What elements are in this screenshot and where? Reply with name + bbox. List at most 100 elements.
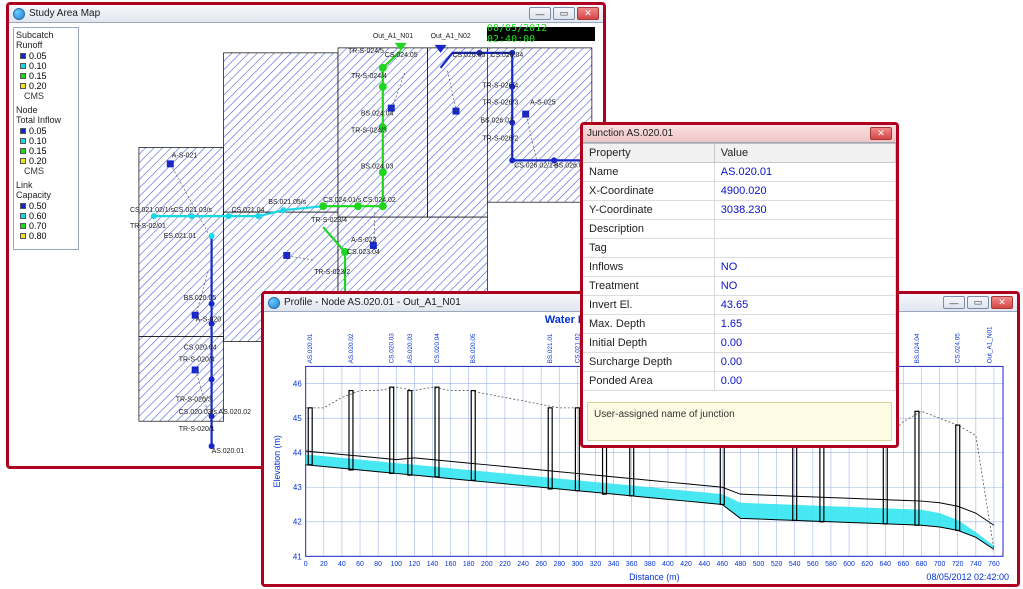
property-name: Y-Coordinate [583,201,714,220]
svg-text:45: 45 [293,414,302,423]
legend-stop: 0.15 [29,71,47,81]
svg-text:44: 44 [293,449,302,458]
property-value[interactable]: 0.00 [714,353,895,372]
svg-text:43: 43 [293,483,302,492]
property-value[interactable]: 1.65 [714,315,895,334]
property-value[interactable]: 0.00 [714,372,895,391]
property-name: Surcharge Depth [583,353,714,372]
svg-text:200: 200 [481,561,493,568]
property-value[interactable]: NO [714,277,895,296]
property-table[interactable]: Property Value NameAS.020.01X-Coordinate… [583,143,896,398]
svg-text:660: 660 [898,561,910,568]
svg-text:TR-S-023/2: TR-S-023/2 [314,269,350,276]
svg-text:80: 80 [374,561,382,568]
minimize-button[interactable]: — [529,7,551,20]
svg-text:40: 40 [338,561,346,568]
legend-node-param: Total Inflow [16,115,76,125]
svg-text:CS.020.04: CS.020.04 [434,333,441,364]
svg-text:120: 120 [409,561,421,568]
close-button[interactable]: ✕ [991,296,1013,309]
app-icon [13,8,25,20]
property-row[interactable]: Y-Coordinate3038.230 [583,201,896,220]
legend-stop: 0.15 [29,146,47,156]
property-row[interactable]: Ponded Area0.00 [583,372,896,391]
property-value[interactable]: NO [714,258,895,277]
property-row[interactable]: Invert El.43.65 [583,296,896,315]
profile-plot-timestamp: 08/05/2012 02:42:00 [926,572,1009,582]
prop-titlebar[interactable]: Junction AS.020.01 ✕ [583,125,896,143]
close-button[interactable]: ✕ [870,127,892,140]
property-row[interactable]: X-Coordinate4900.020 [583,182,896,201]
svg-text:140: 140 [427,561,439,568]
property-row[interactable]: Tag [583,239,896,258]
svg-text:BS.026.03: BS.026.03 [480,118,513,125]
property-value[interactable] [714,239,895,258]
svg-text:A-S-021: A-S-021 [172,152,198,159]
svg-text:41: 41 [293,552,302,561]
map-titlebar[interactable]: Study Area Map — ▭ ✕ [9,5,603,23]
property-row[interactable]: NameAS.020.01 [583,163,896,182]
svg-text:AS.020.02: AS.020.02 [348,333,355,363]
legend-subcatch-title: Subcatch [16,30,76,40]
svg-text:Distance (m): Distance (m) [629,572,679,582]
map-legend: Subcatch Runoff 0.05 0.10 0.15 0.20 CMS … [13,27,79,250]
svg-text:TR-S-020/3: TR-S-020/3 [176,396,212,403]
svg-text:680: 680 [916,561,928,568]
svg-text:42: 42 [293,518,302,527]
svg-text:TR-S-023/4: TR-S-023/4 [311,217,347,224]
legend-unit: CMS [24,91,76,101]
property-row[interactable]: Max. Depth1.65 [583,315,896,334]
property-value[interactable] [714,220,895,239]
svg-text:CS.021.03/s: CS.021.03/s [174,207,213,214]
property-value[interactable]: 0.00 [714,334,895,353]
property-value[interactable]: 43.65 [714,296,895,315]
svg-text:BS.021.05/s: BS.021.05/s [268,199,306,206]
svg-text:720: 720 [952,561,964,568]
svg-text:CS.021.02/1/s: CS.021.02/1/s [130,207,175,214]
svg-text:540: 540 [789,561,801,568]
svg-text:340: 340 [608,561,620,568]
property-value[interactable]: 3038.230 [714,201,895,220]
property-name: Initial Depth [583,334,714,353]
prop-window-title: Junction AS.020.01 [587,128,870,139]
legend-stop: 0.80 [29,231,47,241]
property-name: X-Coordinate [583,182,714,201]
svg-text:440: 440 [698,561,710,568]
legend-stop: 0.70 [29,221,47,231]
svg-text:400: 400 [662,561,674,568]
svg-text:100: 100 [390,561,402,568]
property-row[interactable]: Surcharge Depth0.00 [583,353,896,372]
property-value[interactable]: 4900.020 [714,182,895,201]
property-name: Invert El. [583,296,714,315]
minimize-button[interactable]: — [943,296,965,309]
property-row[interactable]: InflowsNO [583,258,896,277]
svg-text:Out_A1_N02: Out_A1_N02 [431,33,471,40]
svg-text:480: 480 [735,561,747,568]
svg-text:Out_A1_N01: Out_A1_N01 [986,326,993,363]
property-row[interactable]: TreatmentNO [583,277,896,296]
property-hint: User-assigned name of junction [587,402,892,441]
svg-text:740: 740 [970,561,982,568]
property-row[interactable]: Description [583,220,896,239]
svg-text:380: 380 [644,561,656,568]
svg-text:TR-S-024/4: TR-S-024/4 [351,73,387,80]
property-row[interactable]: Initial Depth0.00 [583,334,896,353]
svg-text:520: 520 [771,561,783,568]
svg-text:TR-S-026/3: TR-S-026/3 [482,100,518,107]
svg-text:AS.020.01: AS.020.01 [307,333,314,363]
svg-text:Out_A1_N01: Out_A1_N01 [373,33,413,40]
maximize-button[interactable]: ▭ [967,296,989,309]
svg-text:ES.021.01: ES.021.01 [164,233,197,240]
maximize-button[interactable]: ▭ [553,7,575,20]
close-button[interactable]: ✕ [577,7,599,20]
legend-node-title: Node [16,105,76,115]
legend-stop: 0.05 [29,126,47,136]
svg-text:0: 0 [304,561,308,568]
legend-stop: 0.60 [29,211,47,221]
svg-text:760: 760 [988,561,1000,568]
svg-text:CS.024.02: CS.024.02 [363,197,396,204]
property-value[interactable]: AS.020.01 [714,163,895,182]
svg-text:TR-S-020/4: TR-S-020/4 [179,356,215,363]
property-name: Inflows [583,258,714,277]
svg-text:20: 20 [320,561,328,568]
